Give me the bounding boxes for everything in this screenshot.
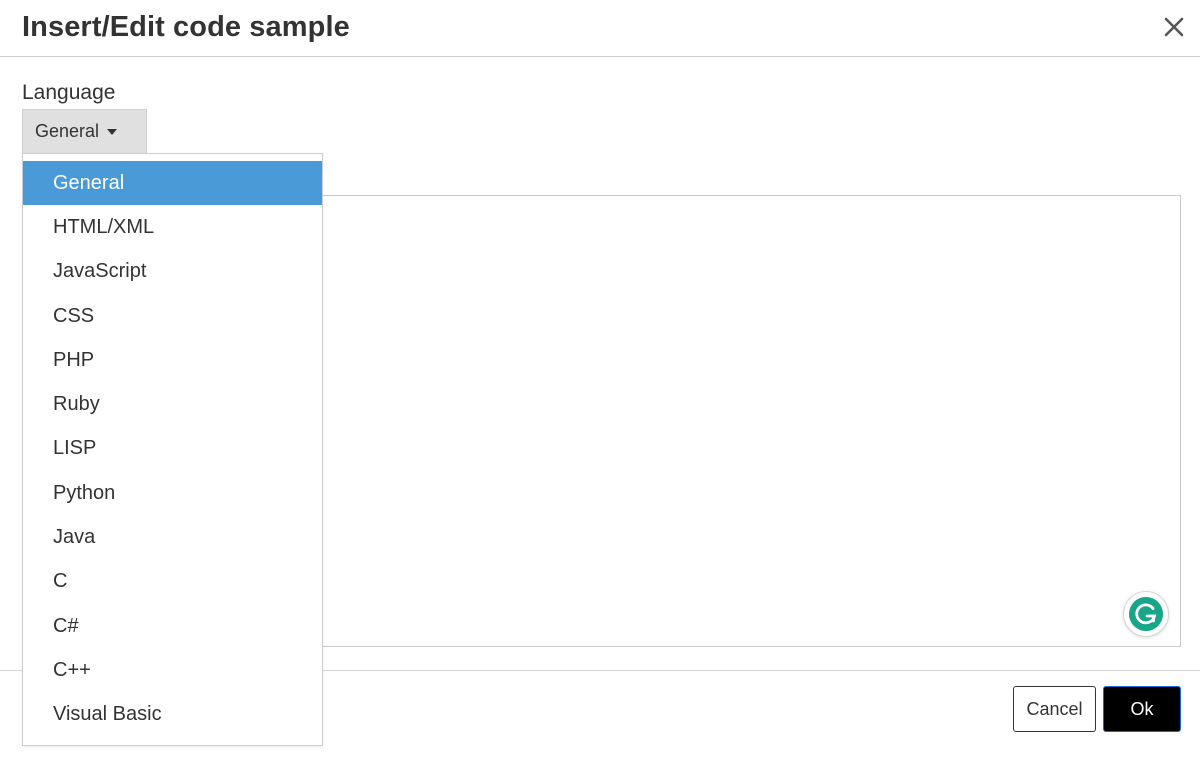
language-option-java[interactable]: Java <box>23 515 322 559</box>
language-option-general[interactable]: General <box>23 161 322 206</box>
language-option-php[interactable]: PHP <box>23 338 322 382</box>
language-option-visual-basic[interactable]: Visual Basic <box>23 693 322 737</box>
dialog-header: Insert/Edit code sample <box>0 0 1200 57</box>
language-option-ruby[interactable]: Ruby <box>23 382 322 426</box>
close-icon[interactable] <box>1162 13 1186 41</box>
language-option-lisp[interactable]: LISP <box>23 427 322 471</box>
language-option-c[interactable]: C <box>23 560 322 604</box>
language-option-css[interactable]: CSS <box>23 294 322 338</box>
language-dropdown-menu: General HTML/XML JavaScript CSS PHP Ruby… <box>22 153 323 746</box>
grammarly-icon[interactable] <box>1123 591 1169 637</box>
caret-down-icon <box>107 129 118 135</box>
ok-button[interactable]: Ok <box>1103 686 1181 732</box>
language-label: Language <box>22 81 116 104</box>
language-option-python[interactable]: Python <box>23 471 322 515</box>
language-selected-value: General <box>35 121 100 141</box>
language-option-javascript[interactable]: JavaScript <box>23 250 322 294</box>
code-sample-dialog: Insert/Edit code sample Language General… <box>0 0 1200 763</box>
cancel-button[interactable]: Cancel <box>1013 686 1096 732</box>
language-option-csharp[interactable]: C# <box>23 604 322 648</box>
language-option-cpp[interactable]: C++ <box>23 648 322 692</box>
language-option-html-xml[interactable]: HTML/XML <box>23 205 322 249</box>
dialog-title: Insert/Edit code sample <box>22 11 350 43</box>
language-dropdown-button[interactable]: General <box>22 109 147 153</box>
